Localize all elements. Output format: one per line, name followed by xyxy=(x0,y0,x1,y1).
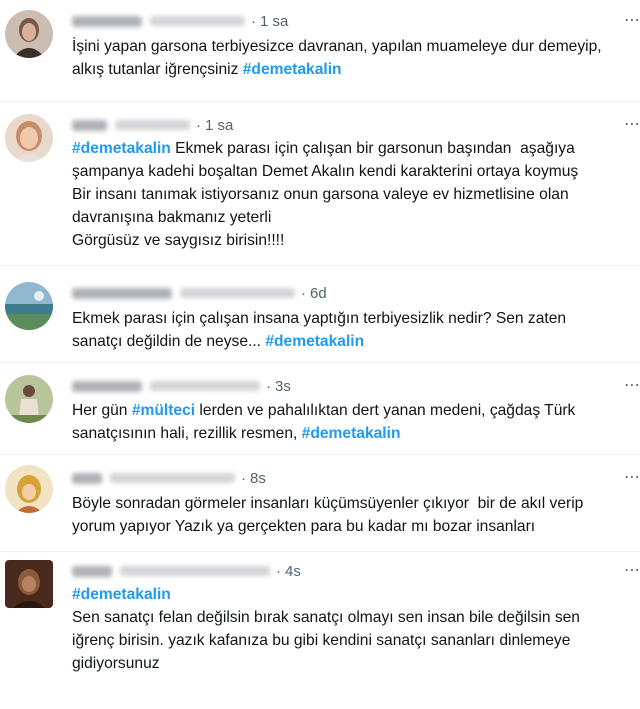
author-name-redacted[interactable] xyxy=(72,15,142,27)
author-handle-redacted[interactable] xyxy=(180,288,295,298)
tweet-header: · 1 sa xyxy=(72,114,233,136)
author-name-redacted[interactable] xyxy=(72,119,107,131)
tweet-text: Böyle sonradan görmeler insanları küçüms… xyxy=(72,492,630,538)
tweet[interactable]: · 6d Ekmek parası için çalışan insana ya… xyxy=(0,266,640,361)
avatar[interactable] xyxy=(5,114,53,162)
tweet-text: #demetakalin Ekmek parası için çalışan b… xyxy=(72,137,630,252)
author-name-redacted[interactable] xyxy=(72,565,112,577)
more-dots-icon[interactable]: ⋯ xyxy=(624,469,640,487)
tweet[interactable]: · 8s ⋯ Böyle sonradan görmeler insanları… xyxy=(0,455,640,550)
tweet[interactable]: · 1 sa ⋯ İşini yapan garsona terbiyesizc… xyxy=(0,0,640,100)
hashtag-link[interactable]: #demetakalin xyxy=(72,586,171,603)
more-dots-icon[interactable]: ⋯ xyxy=(624,116,640,134)
more-dots-icon[interactable]: ⋯ xyxy=(624,377,640,395)
avatar[interactable] xyxy=(5,375,53,423)
hashtag-link[interactable]: #mülteci xyxy=(132,402,195,419)
author-name-redacted[interactable] xyxy=(72,472,102,484)
separator: · xyxy=(196,116,201,134)
separator: · xyxy=(251,12,256,30)
author-name-redacted[interactable] xyxy=(72,287,172,299)
separator: · xyxy=(301,284,306,302)
tweet[interactable]: · 4s ⋯ #demetakalin Sen sanatçı felan de… xyxy=(0,552,640,709)
author-name-redacted[interactable] xyxy=(72,380,142,392)
tweet-text: #demetakalin Sen sanatçı felan değilsin … xyxy=(72,583,630,675)
separator: · xyxy=(266,377,271,395)
timestamp[interactable]: 1 sa xyxy=(205,117,233,134)
tweet[interactable]: · 3s ⋯ Her gün #mülteci lerden ve pahalı… xyxy=(0,363,640,453)
author-handle-redacted[interactable] xyxy=(120,566,270,576)
author-handle-redacted[interactable] xyxy=(110,473,235,483)
tweet-header: · 4s xyxy=(72,560,301,582)
author-handle-redacted[interactable] xyxy=(115,120,190,130)
hashtag-link[interactable]: #demetakalin xyxy=(302,425,401,442)
tweet[interactable]: · 1 sa ⋯ #demetakalin Ekmek parası için … xyxy=(0,102,640,264)
tweet-text: Her gün #mülteci lerden ve pahalılıktan … xyxy=(72,399,630,445)
tweet-header: · 1 sa xyxy=(72,10,288,32)
timestamp[interactable]: 3s xyxy=(275,378,291,395)
author-handle-redacted[interactable] xyxy=(150,381,260,391)
hashtag-link[interactable]: #demetakalin xyxy=(72,140,171,157)
avatar[interactable] xyxy=(5,560,53,608)
tweet-header: · 6d xyxy=(72,282,327,304)
tweet-text: İşini yapan garsona terbiyesizce davrana… xyxy=(72,35,630,81)
timestamp[interactable]: 8s xyxy=(250,470,266,487)
tweet-text-segment: Her gün xyxy=(72,402,132,419)
timestamp[interactable]: 1 sa xyxy=(260,13,288,30)
tweet-header: · 8s xyxy=(72,467,266,489)
separator: · xyxy=(276,562,281,580)
timestamp[interactable]: 4s xyxy=(285,563,301,580)
avatar[interactable] xyxy=(5,10,53,58)
tweet-text: Ekmek parası için çalışan insana yaptığı… xyxy=(72,307,630,353)
tweet-text-segment: Böyle sonradan görmeler insanları küçüms… xyxy=(72,495,584,535)
tweet-feed: · 1 sa ⋯ İşini yapan garsona terbiyesizc… xyxy=(0,0,640,709)
hashtag-link[interactable]: #demetakalin xyxy=(243,61,342,78)
avatar[interactable] xyxy=(5,465,53,513)
tweet-header: · 3s xyxy=(72,375,291,397)
timestamp[interactable]: 6d xyxy=(310,285,327,302)
separator: · xyxy=(241,469,246,487)
more-dots-icon[interactable]: ⋯ xyxy=(624,12,640,30)
author-handle-redacted[interactable] xyxy=(150,16,245,26)
tweet-text-segment: Sen sanatçı felan değilsin bırak sanatçı… xyxy=(72,609,580,672)
avatar[interactable] xyxy=(5,282,53,330)
hashtag-link[interactable]: #demetakalin xyxy=(265,333,364,350)
more-dots-icon[interactable]: ⋯ xyxy=(624,562,640,580)
